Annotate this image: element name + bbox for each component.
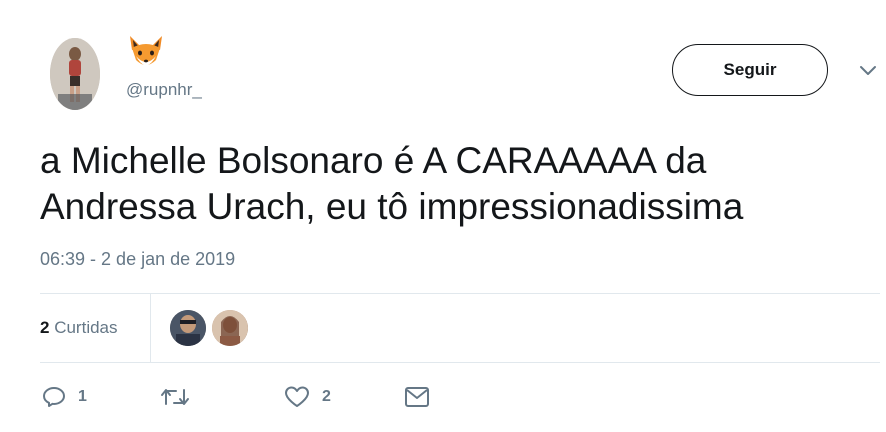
user-handle[interactable]: @rupnhr_: [126, 80, 202, 100]
heart-icon: [285, 386, 309, 407]
likes-count: 2: [40, 318, 50, 337]
likes-label: Curtidas: [54, 318, 118, 337]
retweet-icon: [161, 389, 189, 405]
tweet-text-line-2: Andressa Urach, eu tô impressionadissima: [40, 186, 744, 227]
tweet-text-line-1: a Michelle Bolsonaro é A CARAAAAA da: [40, 140, 707, 181]
retweet-button[interactable]: [160, 386, 190, 408]
reply-count: 1: [78, 388, 87, 405]
reply-icon: [43, 387, 65, 407]
tweet-text: a Michelle Bolsonaro é A CARAAAAA da And…: [40, 138, 870, 230]
chevron-down-icon[interactable]: [858, 64, 878, 78]
like-button[interactable]: 2: [284, 386, 331, 408]
divider: [40, 293, 880, 294]
liker-avatar[interactable]: [170, 310, 206, 346]
vertical-divider: [150, 294, 151, 362]
avatar[interactable]: [50, 38, 100, 110]
liker-avatar[interactable]: [212, 310, 248, 346]
direct-message-button[interactable]: [404, 386, 430, 408]
fox-face-icon: [126, 34, 166, 70]
likes-stat[interactable]: 2 Curtidas: [40, 318, 118, 338]
follow-button[interactable]: Seguir: [672, 44, 828, 96]
reply-button[interactable]: 1: [42, 386, 87, 408]
like-count: 2: [322, 388, 331, 405]
divider: [40, 362, 880, 363]
envelope-icon: [405, 387, 429, 407]
tweet-timestamp[interactable]: 06:39 - 2 de jan de 2019: [40, 249, 235, 270]
